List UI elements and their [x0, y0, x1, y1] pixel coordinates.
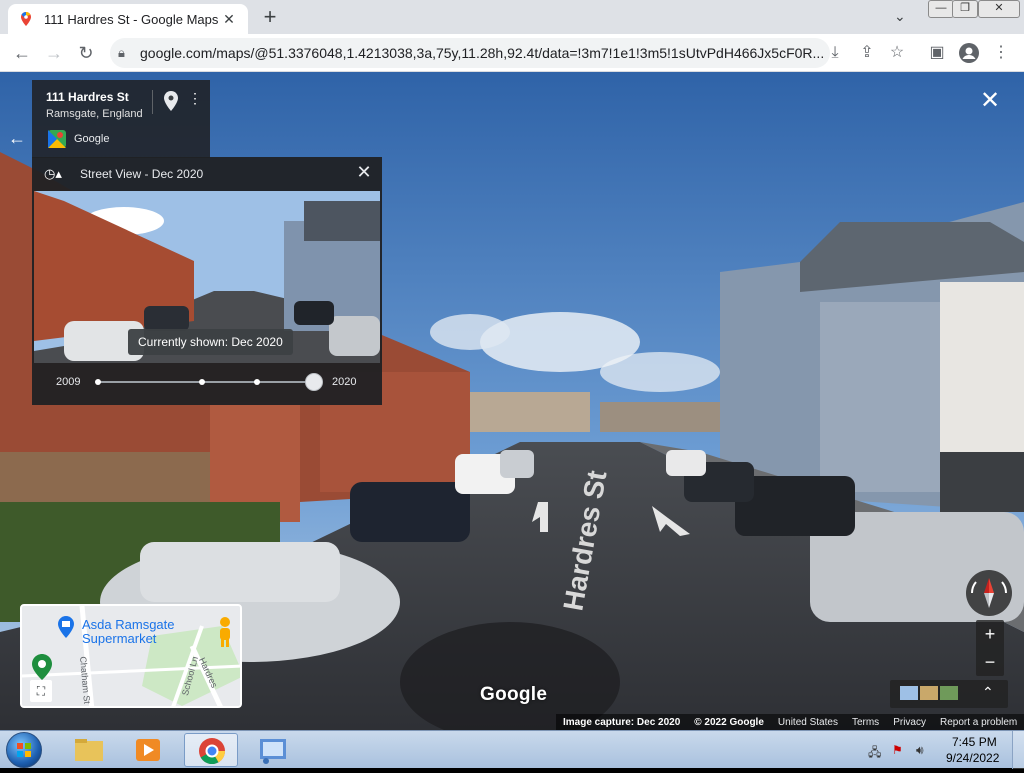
minimize-button[interactable]: — [928, 0, 954, 18]
imagery-source: Google [74, 133, 110, 145]
expand-map-icon[interactable]: ⛶ [30, 680, 52, 702]
taskbar-clock-time[interactable]: 7:45 PM [952, 735, 997, 749]
network-icon[interactable]: 🖧︎ [868, 743, 882, 759]
more-options-icon[interactable]: ⋮ [188, 90, 202, 110]
privacy-link[interactable]: Privacy [886, 717, 933, 728]
poi-name-line1: Asda Ramsgate [82, 617, 175, 632]
browser-tab[interactable]: 111 Hardres St - Google Maps ✕ [8, 4, 248, 34]
map-footer: Image capture: Dec 2020 © 2022 Google Un… [556, 714, 1024, 730]
timeline-stop[interactable] [254, 379, 260, 385]
forward-arrow-icon[interactable]: → [38, 37, 70, 69]
layer-thumbnail[interactable] [940, 686, 958, 700]
tab-title: 111 Hardres St - Google Maps [44, 11, 219, 27]
expand-layers-chevron-icon[interactable]: ⌃ [982, 684, 994, 701]
tab-close-icon[interactable]: ✕ [220, 11, 238, 28]
taskbar-clock-date[interactable]: 9/24/2022 [946, 751, 999, 765]
terms-link[interactable]: Terms [845, 717, 886, 728]
place-title: 111 Hardres St [46, 90, 129, 104]
minimap-poi-label[interactable]: Asda Ramsgate Supermarket [82, 618, 175, 646]
close-street-view-icon[interactable]: ✕ [978, 89, 1002, 114]
taskbar-explorer[interactable] [62, 733, 116, 767]
timeline-slider-handle[interactable] [305, 373, 323, 391]
window-close-button[interactable]: ✕ [978, 0, 1020, 18]
report-problem-link[interactable]: Report a problem [933, 717, 1024, 728]
zoom-out-button[interactable]: − [976, 648, 1004, 676]
close-time-travel-icon[interactable]: ✕ [354, 163, 374, 183]
copyright: © 2022 Google [694, 716, 764, 728]
share-icon[interactable]: ⇪ [852, 38, 882, 68]
poi-name-line2: Supermarket [82, 631, 157, 646]
maximize-button[interactable]: ❐ [952, 0, 978, 18]
back-arrow-icon[interactable]: ← [8, 128, 26, 149]
reload-icon[interactable]: ↻ [70, 37, 102, 69]
layer-thumbnail[interactable] [900, 686, 918, 700]
pegman-icon[interactable] [216, 616, 234, 648]
divider [152, 90, 153, 114]
tab-search-chevron-icon[interactable]: ⌄ [894, 8, 906, 25]
country-link[interactable]: United States [771, 717, 845, 728]
compass-icon[interactable] [966, 570, 1012, 616]
taskbar-control-panel[interactable] [246, 733, 300, 767]
timeline-stop[interactable] [95, 379, 101, 385]
minimap[interactable]: Asda Ramsgate Supermarket Chatham St Sch… [20, 604, 242, 708]
action-center-flag-icon[interactable]: ⚑ [892, 743, 906, 757]
taskbar-chrome[interactable] [184, 733, 238, 767]
timeline-track[interactable] [98, 381, 318, 383]
volume-icon[interactable]: 🔊︎ [916, 743, 930, 757]
shopping-pin-icon[interactable] [58, 616, 74, 638]
lock-icon: 🔒︎ [118, 45, 125, 60]
place-subtitle: Ramsgate, England [46, 108, 143, 120]
google-maps-favicon-icon [21, 12, 31, 26]
address-bar[interactable]: 🔒︎ google.com/maps/@51.3376048,1.4213038… [110, 38, 830, 68]
time-travel-header: Street View - Dec 2020 [80, 167, 204, 181]
side-panel-icon[interactable]: ▣ [922, 38, 952, 68]
tab-strip: 111 Hardres St - Google Maps ✕ + ⌄ — ❐ ✕ [0, 0, 1024, 34]
image-capture-date: Image capture: Dec 2020 [563, 716, 681, 728]
back-arrow-icon[interactable]: ← [6, 37, 38, 69]
taskbar-media-player[interactable] [122, 733, 176, 767]
install-app-icon[interactable]: ⤓ [820, 38, 850, 68]
url-text: google.com/maps/@51.3376048,1.4213038,3a… [140, 45, 825, 61]
zoom-control: + − [976, 620, 1004, 676]
imagery-layers-strip[interactable]: ⌃ [890, 680, 1008, 708]
timeline-start-year: 2009 [56, 376, 81, 388]
time-travel-panel: ◷▴ Street View - Dec 2020 ✕ Currently sh… [32, 157, 382, 405]
start-button[interactable] [6, 732, 42, 768]
current-date-tooltip: Currently shown: Dec 2020 [128, 329, 293, 355]
layer-thumbnail[interactable] [920, 686, 938, 700]
windows-taskbar: 🖧︎ ⚑ 🔊︎ 7:45 PM 9/24/2022 [0, 730, 1024, 769]
timeline-end-year: 2020 [332, 376, 357, 388]
history-clock-icon[interactable]: ◷▴ [44, 166, 68, 182]
zoom-in-button[interactable]: + [976, 620, 1004, 648]
timeline-stop[interactable] [199, 379, 205, 385]
show-desktop-button[interactable] [1012, 731, 1024, 769]
address-card: 111 Hardres St Ramsgate, England ⋮ Googl… [32, 80, 210, 158]
new-tab-button[interactable]: + [258, 6, 282, 30]
google-watermark: Google [480, 684, 548, 705]
browser-toolbar: ← → ↻ 🔒︎ google.com/maps/@51.3376048,1.4… [0, 34, 1024, 72]
location-marker-icon [32, 654, 52, 680]
bookmark-star-icon[interactable]: ☆ [882, 38, 912, 68]
map-pin-icon[interactable] [162, 90, 180, 112]
profile-avatar-icon[interactable] [954, 38, 984, 68]
menu-kebab-icon[interactable]: ⋮ [986, 38, 1016, 68]
google-maps-logo-icon [48, 130, 66, 148]
